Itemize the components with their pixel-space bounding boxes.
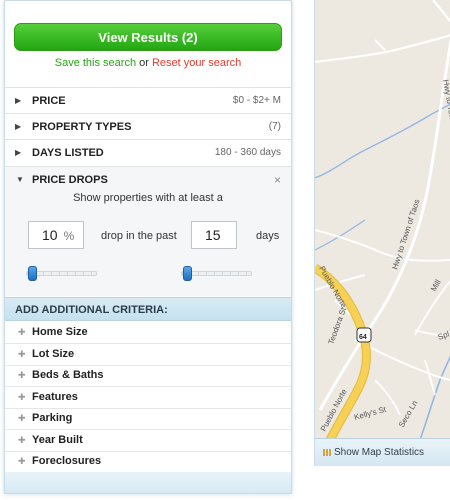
show-map-statistics-button[interactable]: Show Map Statistics [315, 438, 450, 466]
stream [315, 219, 366, 251]
road-label: Spl [437, 329, 450, 341]
road-label: Teodora St [326, 306, 348, 346]
additional-criteria-header: ADD ADDITIONAL CRITERIA: [5, 297, 291, 321]
panel-footer [5, 472, 291, 493]
criteria-label: Year Built [32, 434, 83, 446]
percent-unit: % [63, 229, 75, 243]
plus-icon: ✚ [18, 327, 26, 337]
road [315, 229, 450, 262]
route-number: 64 [359, 334, 367, 341]
road [432, 0, 450, 23]
criteria-item-home-size[interactable]: ✚ Home Size [5, 322, 291, 344]
criteria-item-foreclosures[interactable]: ✚ Foreclosures [5, 451, 291, 473]
price-drops-section: ▼ PRICE DROPS × Show properties with at … [5, 166, 291, 296]
criteria-item-lot-size[interactable]: ✚ Lot Size [5, 344, 291, 366]
filter-row-days-listed[interactable]: ▶ DAYS LISTED 180 - 360 days [5, 139, 291, 165]
plus-icon: ✚ [18, 392, 26, 402]
reset-search-link[interactable]: Reset your search [152, 57, 241, 69]
save-search-link[interactable]: Save this search [55, 57, 136, 69]
days-value: 15 [205, 227, 221, 243]
filter-row-value: $0 - $2+ M [232, 95, 281, 106]
plus-icon: ✚ [18, 435, 26, 445]
days-unit-text: days [256, 230, 280, 242]
criteria-item-beds-baths[interactable]: ✚ Beds & Baths [5, 365, 291, 387]
stream [419, 355, 450, 440]
chevron-right-icon: ▶ [15, 148, 22, 157]
criteria-label: Home Size [32, 326, 88, 338]
search-filter-panel: View Results (2) Save this search or Res… [4, 0, 292, 494]
plus-icon: ✚ [18, 456, 26, 466]
criteria-label: Features [32, 391, 78, 403]
filter-row-price[interactable]: ▶ PRICE $0 - $2+ M [5, 87, 291, 113]
days-input[interactable]: 15 [191, 221, 237, 249]
filter-row-value: 180 - 360 days [214, 147, 281, 158]
criteria-label: Beds & Baths [32, 369, 104, 381]
plus-icon: ✚ [18, 370, 26, 380]
slider-handle[interactable] [28, 266, 37, 281]
price-drops-label: PRICE DROPS [32, 174, 108, 186]
chevron-right-icon: ▶ [15, 96, 22, 105]
price-drops-description: Show properties with at least a [73, 192, 223, 204]
or-text: or [139, 57, 149, 69]
view-results-button[interactable]: View Results (2) [14, 23, 282, 51]
drop-in-past-text: drop in the past [101, 230, 177, 242]
price-drops-header[interactable]: ▼ PRICE DROPS × [5, 167, 291, 193]
percent-value: 10 [42, 227, 58, 243]
slider-handle[interactable] [183, 266, 192, 281]
stream [315, 103, 450, 179]
filter-row-label: PROPERTY TYPES [32, 121, 132, 133]
days-slider[interactable] [181, 266, 252, 281]
filter-row-label: DAYS LISTED [32, 147, 104, 159]
criteria-label: Lot Size [32, 348, 75, 360]
road [424, 359, 436, 396]
filter-row-value: (7) [268, 121, 281, 132]
road-label: Kelly's St [353, 405, 388, 422]
chevron-right-icon: ▶ [15, 122, 22, 131]
filter-row-property-types[interactable]: ▶ PROPERTY TYPES (7) [5, 113, 291, 139]
percent-input[interactable]: 10% [28, 221, 84, 249]
criteria-item-features[interactable]: ✚ Features [5, 387, 291, 409]
criteria-label: Parking [32, 412, 73, 424]
map-view[interactable]: Hwy to Town of Taos Hwy to Town of Taos … [314, 0, 450, 466]
save-reset-line: Save this search or Reset your search [5, 57, 291, 69]
show-map-statistics-label: Show Map Statistics [334, 447, 425, 458]
road [374, 39, 386, 51]
plus-icon: ✚ [18, 349, 26, 359]
percent-slider[interactable] [26, 266, 97, 281]
close-icon[interactable]: × [274, 167, 281, 193]
bar-chart-icon [323, 449, 331, 456]
plus-icon: ✚ [18, 413, 26, 423]
criteria-label: Foreclosures [32, 455, 102, 467]
criteria-item-year-built[interactable]: ✚ Year Built [5, 430, 291, 452]
road-label: Mill [429, 278, 443, 293]
chevron-down-icon: ▼ [16, 175, 24, 184]
criteria-item-parking[interactable]: ✚ Parking [5, 408, 291, 430]
filter-row-label: PRICE [32, 95, 66, 107]
map-canvas: Hwy to Town of Taos Hwy to Town of Taos … [315, 0, 450, 440]
